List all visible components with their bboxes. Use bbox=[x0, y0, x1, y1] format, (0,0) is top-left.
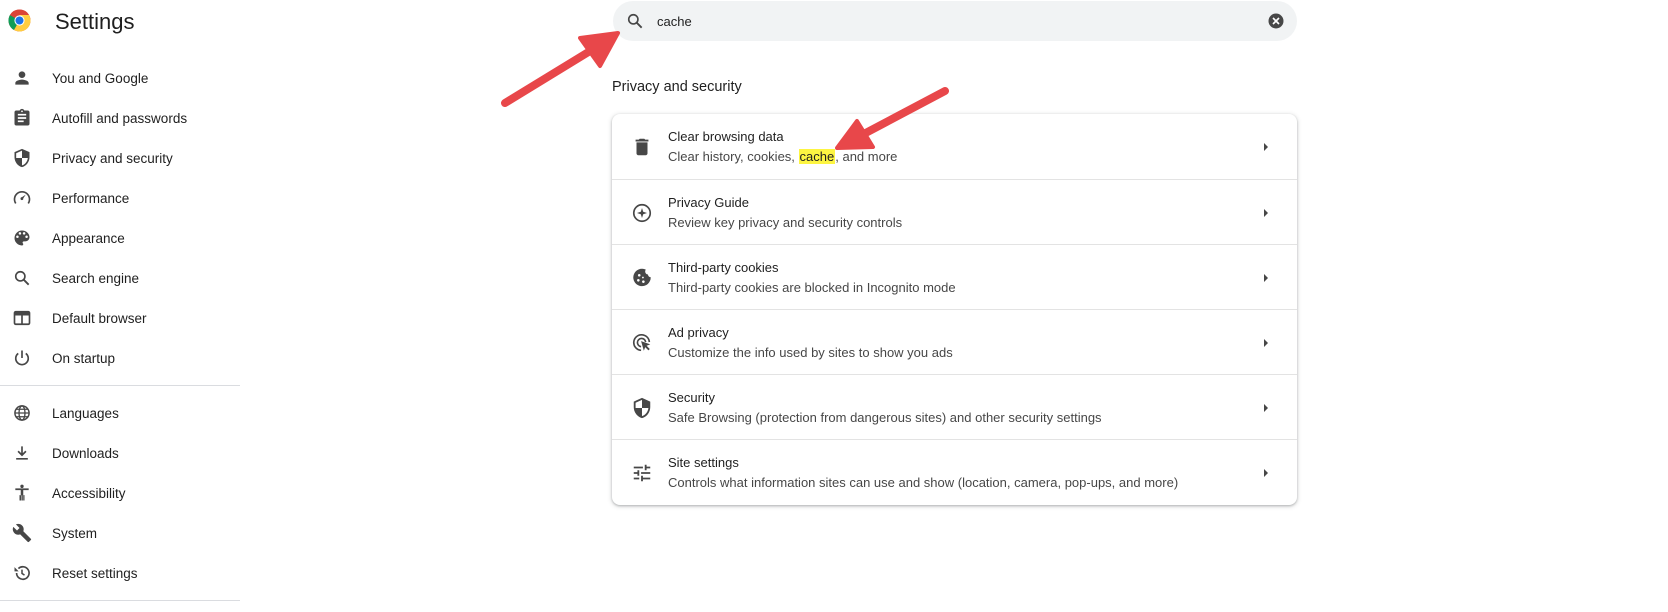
row-subtitle: Controls what information sites can use … bbox=[668, 475, 1179, 490]
sidebar-divider bbox=[0, 385, 240, 386]
row-security[interactable]: Security Safe Browsing (protection from … bbox=[612, 374, 1297, 440]
row-third-party-cookies[interactable]: Third-party cookies Third-party cookies … bbox=[612, 244, 1297, 310]
shield-icon bbox=[14, 148, 30, 168]
sidebar-item-system[interactable]: System bbox=[0, 513, 240, 553]
compass-icon bbox=[632, 203, 652, 223]
palette-icon bbox=[14, 230, 30, 246]
search-highlight: cache bbox=[798, 149, 836, 164]
clipboard-icon bbox=[14, 108, 30, 126]
cookie-icon bbox=[633, 268, 651, 287]
browser-window-icon bbox=[13, 310, 31, 326]
sidebar-item-label: Reset settings bbox=[52, 565, 138, 581]
sidebar-item-performance[interactable]: Performance bbox=[0, 178, 240, 218]
arrow-right-icon bbox=[1264, 143, 1268, 151]
row-subtitle: Third-party cookies are blocked in Incog… bbox=[668, 280, 956, 295]
ad-privacy-icon bbox=[632, 333, 651, 352]
trash-icon bbox=[635, 138, 649, 156]
sidebar-item-privacy-and-security[interactable]: Privacy and security bbox=[0, 138, 240, 178]
sidebar-item-label: Search engine bbox=[52, 270, 140, 286]
search-box bbox=[613, 1, 1297, 41]
sidebar-item-label: Appearance bbox=[52, 230, 125, 246]
row-subtitle: Review key privacy and security controls bbox=[668, 215, 903, 230]
sidebar-item-label: System bbox=[52, 525, 98, 541]
arrow-right-icon bbox=[1264, 339, 1268, 347]
sidebar-item-label: Accessibility bbox=[52, 485, 126, 501]
sidebar-item-label: Languages bbox=[52, 405, 119, 421]
sidebar-item-autofill[interactable]: Autofill and passwords bbox=[0, 98, 240, 138]
sidebar-item-label: Performance bbox=[52, 190, 130, 206]
sidebar-item-you-and-google[interactable]: You and Google bbox=[0, 58, 240, 98]
row-title: Privacy Guide bbox=[668, 195, 749, 210]
app-title: Settings bbox=[55, 9, 135, 34]
sidebar-item-accessibility[interactable]: Accessibility bbox=[0, 473, 240, 513]
tune-sliders-icon bbox=[633, 464, 651, 482]
sidebar-item-languages[interactable]: Languages bbox=[0, 393, 240, 433]
sidebar-item-search-engine[interactable]: Search engine bbox=[0, 258, 240, 298]
sidebar-item-label: On startup bbox=[52, 350, 116, 366]
row-clear-browsing-data[interactable]: Clear browsing data Clear history, cooki… bbox=[612, 114, 1297, 179]
arrow-right-icon bbox=[1264, 404, 1268, 412]
row-subtitle: Clear history, cookies, cache, and more bbox=[668, 149, 898, 164]
row-subtitle: Safe Browsing (protection from dangerous… bbox=[668, 410, 1102, 425]
row-privacy-guide[interactable]: Privacy Guide Review key privacy and sec… bbox=[612, 179, 1297, 245]
download-icon bbox=[16, 446, 28, 460]
sidebar-item-label: Privacy and security bbox=[52, 150, 173, 166]
power-icon bbox=[14, 350, 30, 366]
sidebar-item-on-startup[interactable]: On startup bbox=[0, 338, 240, 378]
history-icon bbox=[14, 565, 30, 581]
row-title: Clear browsing data bbox=[668, 129, 784, 144]
globe-icon bbox=[14, 405, 30, 421]
row-ad-privacy[interactable]: Ad privacy Customize the info used by si… bbox=[612, 309, 1297, 375]
arrow-right-icon bbox=[1264, 274, 1268, 282]
accessibility-icon bbox=[15, 484, 29, 501]
search-icon bbox=[627, 13, 643, 29]
sidebar-item-label: Autofill and passwords bbox=[52, 110, 188, 126]
clear-search-icon[interactable] bbox=[1267, 12, 1285, 30]
wrench-icon bbox=[12, 523, 32, 543]
sidebar-item-default-browser[interactable]: Default browser bbox=[0, 298, 240, 338]
row-subtitle: Customize the info used by sites to show… bbox=[668, 345, 953, 360]
sidebar-item-appearance[interactable]: Appearance bbox=[0, 218, 240, 258]
chrome-logo-icon bbox=[8, 9, 31, 32]
row-title: Security bbox=[668, 390, 715, 405]
row-title: Ad privacy bbox=[668, 325, 729, 340]
sidebar-item-label: Default browser bbox=[52, 310, 147, 326]
sidebar-divider bbox=[0, 600, 240, 601]
row-title: Third-party cookies bbox=[668, 260, 779, 275]
annotation-arrow-search bbox=[501, 31, 620, 107]
sidebar-item-reset-settings[interactable]: Reset settings bbox=[0, 553, 240, 593]
speedometer-icon bbox=[13, 191, 31, 204]
shield-icon bbox=[633, 397, 651, 419]
arrow-right-icon bbox=[1264, 469, 1268, 477]
search-input[interactable] bbox=[657, 9, 1217, 33]
person-icon bbox=[15, 71, 29, 85]
search-icon bbox=[14, 270, 30, 286]
section-title: Privacy and security bbox=[612, 79, 742, 95]
sidebar: You and Google Autofill and passwords Pr… bbox=[0, 58, 240, 608]
privacy-security-card: Clear browsing data Clear history, cooki… bbox=[612, 114, 1297, 505]
row-site-settings[interactable]: Site settings Controls what information … bbox=[612, 439, 1297, 505]
row-title: Site settings bbox=[668, 455, 739, 470]
sidebar-item-label: You and Google bbox=[52, 70, 149, 86]
sidebar-item-label: Downloads bbox=[52, 445, 119, 461]
arrow-right-icon bbox=[1264, 209, 1268, 217]
sidebar-item-downloads[interactable]: Downloads bbox=[0, 433, 240, 473]
